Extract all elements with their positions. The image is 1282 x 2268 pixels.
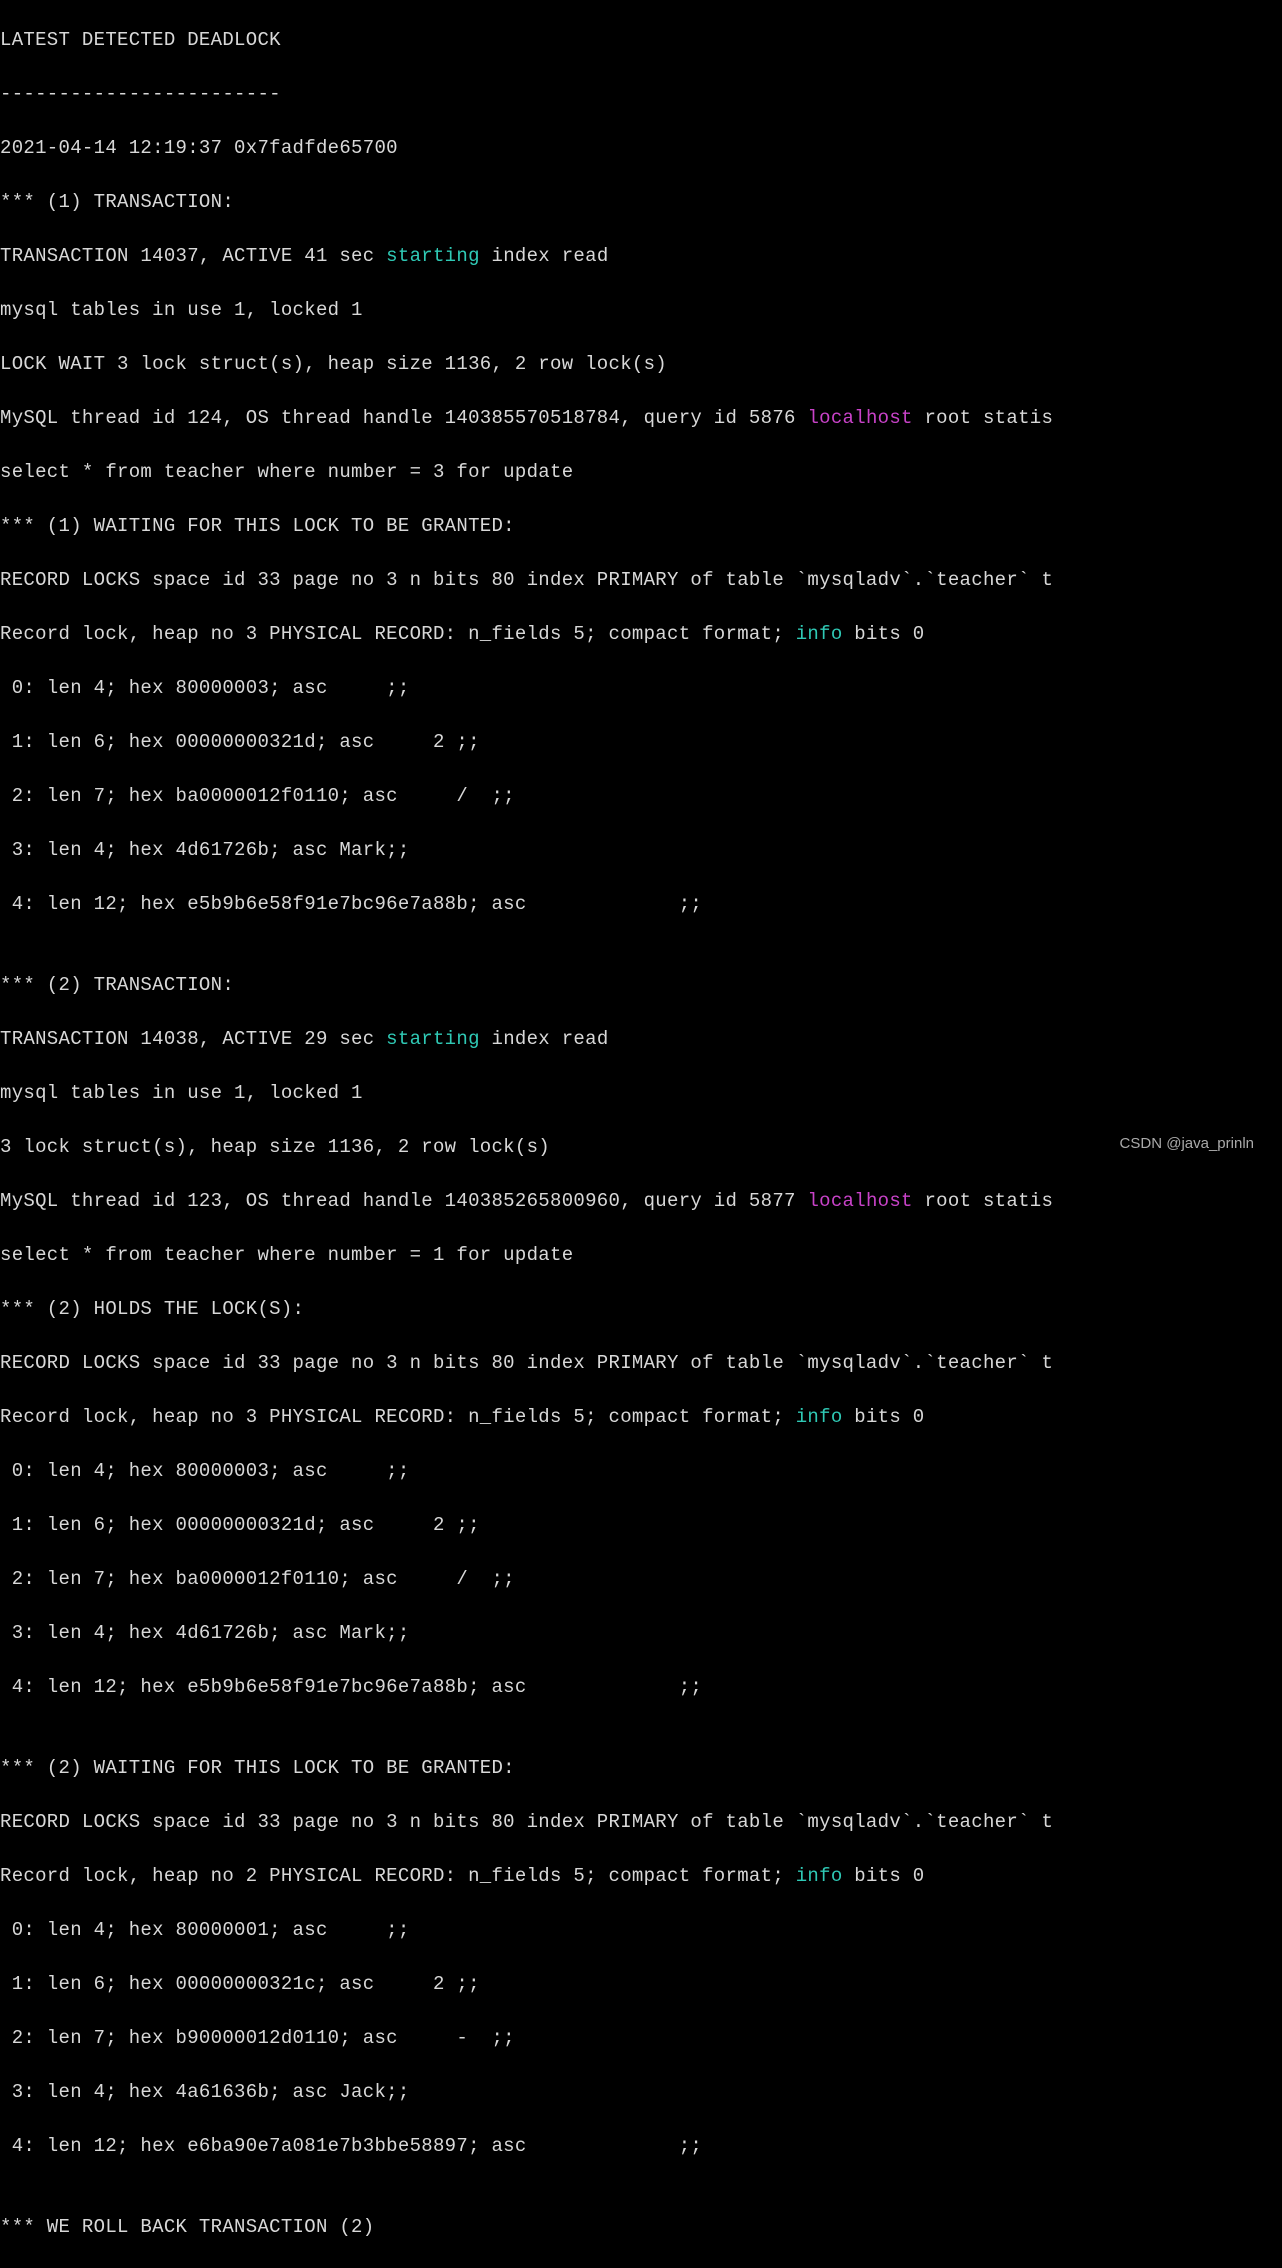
tx2-query: select * from teacher where number = 1 f… (0, 1242, 1282, 1269)
tx2h-field-3: 3: len 4; hex 4d61726b; asc Mark;; (0, 1620, 1282, 1647)
watermark: CSDN @java_prinln (1120, 1130, 1254, 1157)
terminal-output: LATEST DETECTED DEADLOCK ---------------… (0, 0, 1282, 2268)
tx1-record-lock-detail: Record lock, heap no 3 PHYSICAL RECORD: … (0, 621, 1282, 648)
tx2h-field-1: 1: len 6; hex 00000000321d; asc 2 ;; (0, 1512, 1282, 1539)
tx1-field-3: 3: len 4; hex 4d61726b; asc Mark;; (0, 837, 1282, 864)
keyword-info: info (796, 623, 843, 645)
tx1-header: *** (1) TRANSACTION: (0, 189, 1282, 216)
keyword-localhost: localhost (807, 407, 912, 429)
tx2-wait-record-detail: Record lock, heap no 2 PHYSICAL RECORD: … (0, 1863, 1282, 1890)
tx1-thread: MySQL thread id 124, OS thread handle 14… (0, 405, 1282, 432)
tx2-waiting-header: *** (2) WAITING FOR THIS LOCK TO BE GRAN… (0, 1755, 1282, 1782)
tx2-wait-record-locks: RECORD LOCKS space id 33 page no 3 n bit… (0, 1809, 1282, 1836)
tx1-record-locks: RECORD LOCKS space id 33 page no 3 n bit… (0, 567, 1282, 594)
tx1-tables: mysql tables in use 1, locked 1 (0, 297, 1282, 324)
tx2-thread: MySQL thread id 123, OS thread handle 14… (0, 1188, 1282, 1215)
header-line: LATEST DETECTED DEADLOCK (0, 27, 1282, 54)
keyword-info: info (796, 1406, 843, 1428)
tx2h-field-4: 4: len 12; hex e5b9b6e58f91e7bc96e7a88b;… (0, 1674, 1282, 1701)
tx2w-field-2: 2: len 7; hex b90000012d0110; asc - ;; (0, 2025, 1282, 2052)
tx2h-field-0: 0: len 4; hex 80000003; asc ;; (0, 1458, 1282, 1485)
tx2w-field-0: 0: len 4; hex 80000001; asc ;; (0, 1917, 1282, 1944)
timestamp-line: 2021-04-14 12:19:37 0x7fadfde65700 (0, 135, 1282, 162)
tx2-header: *** (2) TRANSACTION: (0, 972, 1282, 999)
tx2w-field-1: 1: len 6; hex 00000000321c; asc 2 ;; (0, 1971, 1282, 1998)
keyword-info: info (796, 1865, 843, 1887)
keyword-starting: starting (386, 245, 480, 267)
tx1-active: TRANSACTION 14037, ACTIVE 41 sec startin… (0, 243, 1282, 270)
tx2-holds-header: *** (2) HOLDS THE LOCK(S): (0, 1296, 1282, 1323)
tx2-lockstruct: 3 lock struct(s), heap size 1136, 2 row … (0, 1134, 1282, 1161)
tx2-holds-record-locks: RECORD LOCKS space id 33 page no 3 n bit… (0, 1350, 1282, 1377)
tx2h-field-2: 2: len 7; hex ba0000012f0110; asc / ;; (0, 1566, 1282, 1593)
tx2w-field-3: 3: len 4; hex 4a61636b; asc Jack;; (0, 2079, 1282, 2106)
tx2-tables: mysql tables in use 1, locked 1 (0, 1080, 1282, 1107)
tx1-field-1: 1: len 6; hex 00000000321d; asc 2 ;; (0, 729, 1282, 756)
tx1-query: select * from teacher where number = 3 f… (0, 459, 1282, 486)
tx2-active: TRANSACTION 14038, ACTIVE 29 sec startin… (0, 1026, 1282, 1053)
tx1-lockwait: LOCK WAIT 3 lock struct(s), heap size 11… (0, 351, 1282, 378)
sep-line: ------------------------ (0, 81, 1282, 108)
tx2-holds-record-detail: Record lock, heap no 3 PHYSICAL RECORD: … (0, 1404, 1282, 1431)
tx1-field-4: 4: len 12; hex e5b9b6e58f91e7bc96e7a88b;… (0, 891, 1282, 918)
keyword-localhost: localhost (807, 1190, 912, 1212)
keyword-starting: starting (386, 1028, 480, 1050)
tx2w-field-4: 4: len 12; hex e6ba90e7a081e7b3bbe58897;… (0, 2133, 1282, 2160)
tx1-field-2: 2: len 7; hex ba0000012f0110; asc / ;; (0, 783, 1282, 810)
tx1-waiting-header: *** (1) WAITING FOR THIS LOCK TO BE GRAN… (0, 513, 1282, 540)
tx1-field-0: 0: len 4; hex 80000003; asc ;; (0, 675, 1282, 702)
rollback-line: *** WE ROLL BACK TRANSACTION (2) (0, 2214, 1282, 2241)
